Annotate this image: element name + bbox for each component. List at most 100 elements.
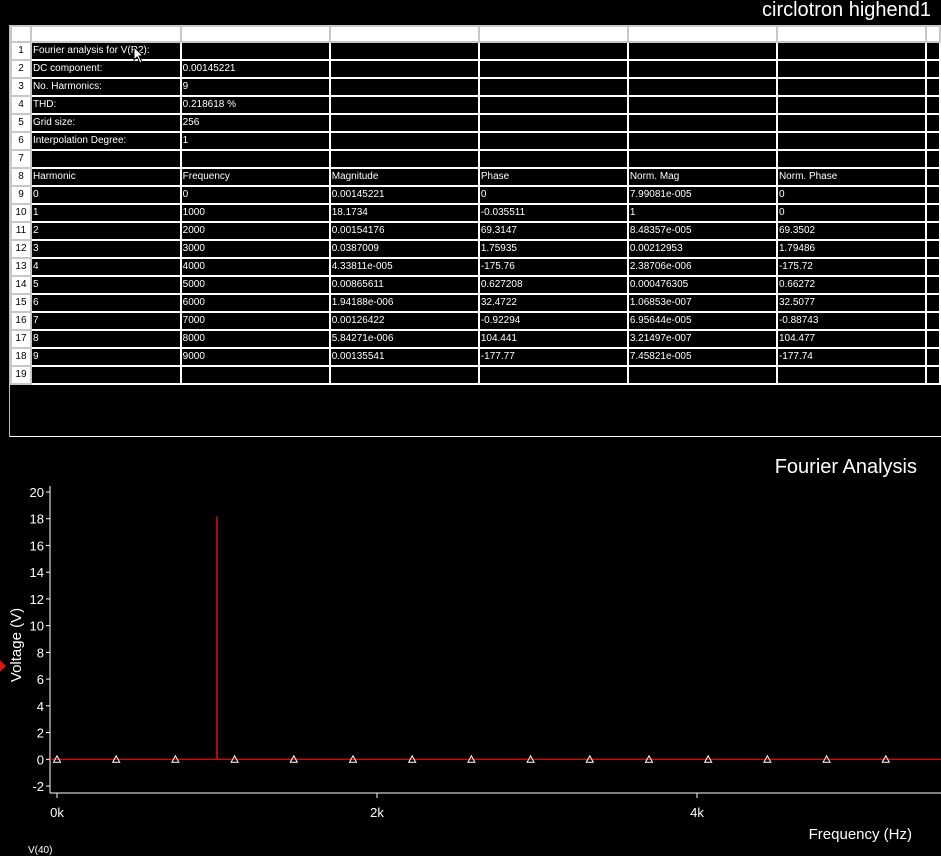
table-cell[interactable]: 69.3502	[775, 221, 928, 241]
table-cell[interactable]: DC component:	[29, 59, 182, 79]
row-number[interactable]: 3	[10, 77, 32, 97]
table-cell[interactable]: Harmonic	[29, 167, 182, 187]
table-cell[interactable]: 0.00126422	[328, 311, 480, 331]
table-cell[interactable]	[626, 41, 778, 61]
row-number[interactable]: 5	[10, 113, 32, 133]
column-header[interactable]	[775, 25, 928, 43]
table-cell[interactable]: 8	[29, 329, 182, 349]
table-cell[interactable]: Magnitude	[328, 167, 480, 187]
row-number[interactable]: 10	[10, 203, 32, 223]
table-cell[interactable]: 104.441	[477, 329, 629, 349]
row-number[interactable]: 4	[10, 95, 32, 115]
table-cell[interactable]	[328, 131, 480, 151]
table-cell[interactable]: 2000	[179, 221, 331, 241]
table-cell[interactable]	[775, 95, 928, 115]
table-cell[interactable]: 9	[179, 77, 331, 97]
table-cell[interactable]	[626, 59, 778, 79]
table-cell[interactable]: 1.75935	[477, 239, 629, 259]
table-cell[interactable]	[775, 149, 928, 169]
column-header[interactable]	[925, 25, 941, 43]
table-cell[interactable]: 8.48357e-005	[626, 221, 778, 241]
table-cell[interactable]: -0.88743	[775, 311, 928, 331]
table-cell[interactable]: 8000	[179, 329, 331, 349]
row-number[interactable]: 18	[10, 347, 32, 367]
table-cell[interactable]: 7000	[179, 311, 331, 331]
table-cell[interactable]	[775, 59, 928, 79]
column-header[interactable]	[626, 25, 778, 43]
table-cell[interactable]: 1	[626, 203, 778, 223]
results-spreadsheet[interactable]: 1 Fourier analysis for V(R2): 2 DC componen…	[10, 25, 941, 437]
row-number[interactable]: 2	[10, 59, 32, 79]
table-cell[interactable]: 4000	[179, 257, 331, 277]
row-number[interactable]: 14	[10, 275, 32, 295]
table-cell[interactable]: 0.627208	[477, 275, 629, 295]
table-cell[interactable]: Norm. Phase	[775, 167, 928, 187]
table-cell[interactable]	[477, 365, 629, 385]
row-number[interactable]: 9	[10, 185, 32, 205]
table-cell[interactable]: 0	[477, 185, 629, 205]
table-cell[interactable]	[179, 365, 331, 385]
column-header[interactable]	[179, 25, 331, 43]
row-number[interactable]: 6	[10, 131, 32, 151]
column-header[interactable]	[477, 25, 629, 43]
row-number[interactable]: 13	[10, 257, 32, 277]
table-cell[interactable]	[477, 95, 629, 115]
table-cell[interactable]: THD:	[29, 95, 182, 115]
table-cell[interactable]: Fourier analysis for V(R2):	[29, 41, 182, 61]
table-cell[interactable]: 0.00865611	[328, 275, 480, 295]
table-cell[interactable]	[626, 149, 778, 169]
table-cell[interactable]: 18.1734	[328, 203, 480, 223]
table-cell[interactable]: 1.94188e-006	[328, 293, 480, 313]
table-cell[interactable]	[328, 59, 480, 79]
column-header[interactable]	[328, 25, 480, 43]
table-cell[interactable]	[626, 95, 778, 115]
table-cell[interactable]: Norm. Mag	[626, 167, 778, 187]
table-cell[interactable]: 1	[29, 203, 182, 223]
table-cell[interactable]	[328, 77, 480, 97]
table-cell[interactable]	[626, 365, 778, 385]
table-cell[interactable]: 0.00135541	[328, 347, 480, 367]
table-cell[interactable]: -175.76	[477, 257, 629, 277]
table-cell[interactable]: 3	[29, 239, 182, 259]
fourier-chart[interactable]: -2 0 2 4 6 8 10 12 14 16 18 20 0k 2k 4k Voltage (V) Freq…	[0, 480, 941, 853]
table-cell[interactable]: 0.00145221	[179, 59, 331, 79]
table-cell[interactable]: Grid size:	[29, 113, 182, 133]
table-cell[interactable]	[29, 365, 182, 385]
table-cell[interactable]	[775, 365, 928, 385]
table-cell[interactable]: 7.99081e-005	[626, 185, 778, 205]
table-cell[interactable]: -0.92294	[477, 311, 629, 331]
table-cell[interactable]: 0.00145221	[328, 185, 480, 205]
table-cell[interactable]	[626, 113, 778, 133]
table-cell[interactable]: 1.06853e-007	[626, 293, 778, 313]
table-cell[interactable]: 0.00212953	[626, 239, 778, 259]
table-cell[interactable]: 2.38706e-006	[626, 257, 778, 277]
table-cell[interactable]: Phase	[477, 167, 629, 187]
table-cell[interactable]: 0	[775, 203, 928, 223]
table-cell[interactable]: 9000	[179, 347, 331, 367]
table-cell[interactable]	[626, 131, 778, 151]
table-cell[interactable]: 1	[179, 131, 331, 151]
table-cell[interactable]: 32.4722	[477, 293, 629, 313]
table-cell[interactable]	[328, 113, 480, 133]
table-cell[interactable]: 6	[29, 293, 182, 313]
row-number[interactable]: 12	[10, 239, 32, 259]
table-cell[interactable]	[179, 149, 331, 169]
table-cell[interactable]: 2	[29, 221, 182, 241]
table-cell[interactable]	[328, 365, 480, 385]
row-number[interactable]: 11	[10, 221, 32, 241]
table-cell[interactable]: 0	[775, 185, 928, 205]
table-cell[interactable]: 5	[29, 275, 182, 295]
table-cell[interactable]: 0.0387009	[328, 239, 480, 259]
table-cell[interactable]: 3000	[179, 239, 331, 259]
table-cell[interactable]: 32.5077	[775, 293, 928, 313]
row-number[interactable]: 7	[10, 149, 32, 169]
row-number[interactable]: 19	[10, 365, 32, 385]
table-cell[interactable]: -177.74	[775, 347, 928, 367]
table-cell[interactable]	[179, 41, 331, 61]
table-cell[interactable]: 4.33811e-005	[328, 257, 480, 277]
table-cell[interactable]: 7.45821e-005	[626, 347, 778, 367]
table-cell[interactable]	[775, 131, 928, 151]
table-cell[interactable]: 1000	[179, 203, 331, 223]
table-cell[interactable]: -175.72	[775, 257, 928, 277]
column-header[interactable]	[29, 25, 182, 43]
